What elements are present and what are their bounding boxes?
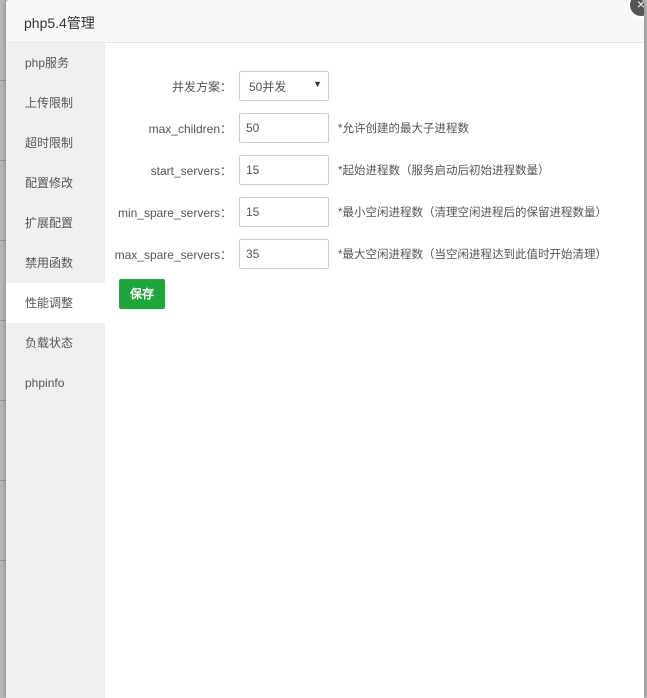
start-servers-row: start_servers： *起始进程数（服务启动后初始进程数量） <box>105 155 549 185</box>
min-spare-servers-hint: *最小空闲进程数（清理空闲进程后的保留进程数量） <box>338 207 607 219</box>
max-spare-servers-row: max_spare_servers： *最大空闲进程数（当空闲进程达到此值时开始… <box>105 239 607 269</box>
concurrency-select[interactable]: 50并发 ▼ <box>239 71 329 101</box>
sidebar-item-disabled-functions[interactable]: 禁用函数 <box>6 243 105 283</box>
concurrency-row: 并发方案： 50并发 ▼ <box>105 71 329 101</box>
sidebar-item-timeout-limit[interactable]: 超时限制 <box>6 123 105 163</box>
max-children-row: max_children： *允许创建的最大子进程数 <box>105 113 469 143</box>
dropdown-arrow-icon: ▼ <box>313 79 322 89</box>
sidebar-item-performance[interactable]: 性能调整 <box>6 283 105 323</box>
sidebar-item-php-service[interactable]: php服务 <box>6 43 105 83</box>
sidebar-item-extensions[interactable]: 扩展配置 <box>6 203 105 243</box>
max-children-label: max_children： <box>148 121 232 136</box>
max-spare-servers-hint: *最大空闲进程数（当空闲进程达到此值时开始清理） <box>338 249 607 261</box>
min-spare-servers-row: min_spare_servers： *最小空闲进程数（清理空闲进程后的保留进程… <box>105 197 607 227</box>
dialog-title: php5.4管理 <box>24 15 95 31</box>
concurrency-selected-value: 50并发 <box>249 79 287 94</box>
min-spare-servers-input[interactable] <box>239 197 329 227</box>
max-children-input[interactable] <box>239 113 329 143</box>
sidebar-item-phpinfo[interactable]: phpinfo <box>6 363 105 403</box>
start-servers-input[interactable] <box>239 155 329 185</box>
performance-panel: 并发方案： 50并发 ▼ max_children： *允许创建的最大子进程数 … <box>105 43 644 698</box>
max-spare-servers-label: max_spare_servers： <box>114 247 232 262</box>
max-spare-servers-input[interactable] <box>239 239 329 269</box>
sidebar-item-upload-limit[interactable]: 上传限制 <box>6 83 105 123</box>
start-servers-label: start_servers： <box>150 163 232 178</box>
max-children-hint: *允许创建的最大子进程数 <box>338 123 469 135</box>
min-spare-servers-label: min_spare_servers： <box>117 205 232 220</box>
sidebar-item-load-status[interactable]: 负载状态 <box>6 323 105 363</box>
concurrency-label: 并发方案： <box>171 79 232 94</box>
start-servers-hint: *起始进程数（服务启动后初始进程数量） <box>338 165 550 177</box>
sidebar: php服务 上传限制 超时限制 配置修改 扩展配置 禁用函数 性能调整 负载状态… <box>6 43 105 698</box>
dialog-header: php5.4管理 <box>6 0 644 43</box>
save-button[interactable]: 保存 <box>119 279 165 309</box>
sidebar-item-config-edit[interactable]: 配置修改 <box>6 163 105 203</box>
php-manager-dialog: php5.4管理 php服务 上传限制 超时限制 配置修改 扩展配置 禁用函数 … <box>6 0 644 698</box>
